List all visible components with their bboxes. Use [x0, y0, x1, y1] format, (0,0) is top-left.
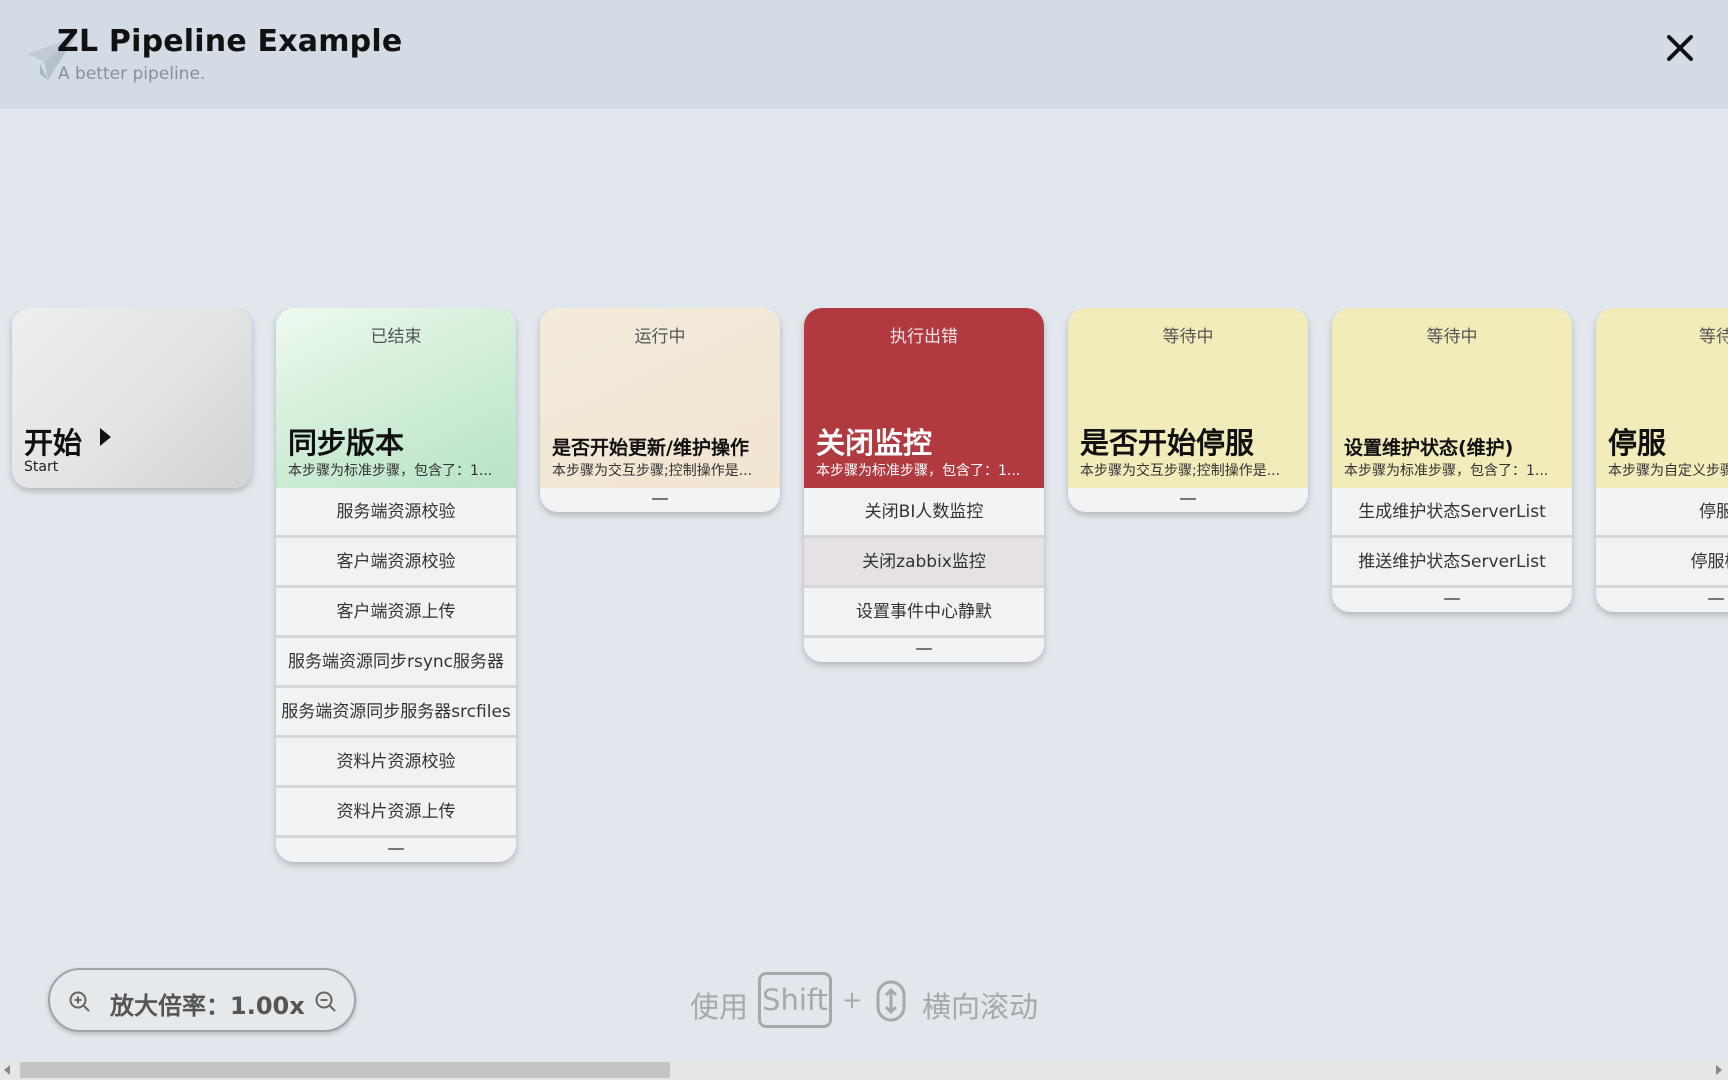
- stage-status: 等待中: [1162, 327, 1214, 347]
- stage-description: 本步骤为交互步骤;控制操作是...: [1080, 463, 1281, 479]
- hint-scroll-text: 横向滚动: [922, 990, 1039, 1024]
- collapse-toggle[interactable]: [804, 638, 1044, 662]
- stage-task-item[interactable]: 停服检: [1596, 538, 1728, 588]
- app-header: ZL Pipeline Example A better pipeline.: [0, 0, 1728, 109]
- vertical-scroll-icon: [876, 980, 906, 1022]
- stage-card-confirm-stop[interactable]: 等待中 是否开始停服 本步骤为交互步骤;控制操作是...: [1068, 308, 1308, 512]
- stage-name: 是否开始更新/维护操作: [552, 437, 749, 459]
- collapse-dash-icon: [652, 498, 668, 500]
- hint-use-text: 使用: [690, 990, 749, 1024]
- stage-status: 运行中: [634, 327, 686, 347]
- play-arrow-icon: [100, 428, 111, 446]
- stage-task-item[interactable]: 关闭zabbix监控: [804, 538, 1044, 588]
- close-icon[interactable]: [1662, 30, 1698, 66]
- zoom-level: 放大倍率：1.00x: [110, 986, 305, 1021]
- zoom-out-icon[interactable]: [314, 990, 336, 1012]
- stage-name: 停服: [1608, 426, 1667, 460]
- stage-task-item[interactable]: 服务端资源同步rsync服务器: [276, 638, 516, 688]
- stage-task-item[interactable]: 设置事件中心静默: [804, 588, 1044, 638]
- collapse-toggle[interactable]: [1596, 588, 1728, 612]
- stage-task-item[interactable]: 资料片资源校验: [276, 738, 516, 788]
- start-label: 开始: [24, 426, 83, 460]
- stage-status: 等待: [1699, 327, 1728, 347]
- scroll-thumb[interactable]: [20, 1062, 670, 1078]
- stage-status: 等待中: [1426, 327, 1478, 347]
- stage-task-item[interactable]: 关闭BI人数监控: [804, 488, 1044, 538]
- zoom-in-icon[interactable]: [68, 990, 90, 1012]
- stage-description: 本步骤为标准步骤，包含了：1...: [816, 463, 1021, 479]
- app-title: ZL Pipeline Example: [57, 24, 403, 59]
- collapse-dash-icon: [1180, 498, 1196, 500]
- stage-task-item[interactable]: 客户端资源上传: [276, 588, 516, 638]
- collapse-dash-icon: [1708, 598, 1724, 600]
- stage-card-maintenance-status[interactable]: 等待中 设置维护状态(维护) 本步骤为标准步骤，包含了：1... 生成维护状态S…: [1332, 308, 1572, 612]
- scroll-left-arrow-icon[interactable]: [4, 1065, 10, 1075]
- app-subtitle: A better pipeline.: [58, 64, 206, 84]
- collapse-dash-icon: [388, 848, 404, 850]
- stage-card-confirm-update[interactable]: 运行中 是否开始更新/维护操作 本步骤为交互步骤;控制操作是...: [540, 308, 780, 512]
- stage-header[interactable]: 等待中 是否开始停服 本步骤为交互步骤;控制操作是...: [1068, 308, 1308, 488]
- stage-task-item[interactable]: 生成维护状态ServerList: [1332, 488, 1572, 538]
- stage-header[interactable]: 已结束 同步版本 本步骤为标准步骤，包含了：1...: [276, 308, 516, 488]
- stage-task-item[interactable]: 停服: [1596, 488, 1728, 538]
- stage-header[interactable]: 运行中 是否开始更新/维护操作 本步骤为交互步骤;控制操作是...: [540, 308, 780, 488]
- collapse-toggle[interactable]: [540, 488, 780, 512]
- stage-card-sync-version[interactable]: 已结束 同步版本 本步骤为标准步骤，包含了：1... 服务端资源校验 客户端资源…: [276, 308, 516, 862]
- zoom-label: 放大倍率：: [110, 992, 230, 1020]
- stage-task-item[interactable]: 客户端资源校验: [276, 538, 516, 588]
- stage-header[interactable]: 执行出错 关闭监控 本步骤为标准步骤，包含了：1...: [804, 308, 1044, 488]
- stage-task-item[interactable]: 服务端资源同步服务器srcfiles: [276, 688, 516, 738]
- stage-header[interactable]: 等待 停服 本步骤为自定义步骤: [1596, 308, 1728, 488]
- stage-description: 本步骤为标准步骤，包含了：1...: [1344, 463, 1549, 479]
- collapse-dash-icon: [1444, 598, 1460, 600]
- stage-name: 设置维护状态(维护): [1344, 437, 1514, 459]
- stage-card-close-monitor[interactable]: 执行出错 关闭监控 本步骤为标准步骤，包含了：1... 关闭BI人数监控 关闭z…: [804, 308, 1044, 662]
- stage-name: 同步版本: [288, 426, 405, 460]
- stage-description: 本步骤为交互步骤;控制操作是...: [552, 463, 753, 479]
- stage-status: 已结束: [370, 327, 422, 347]
- stage-card-stop-server[interactable]: 等待 停服 本步骤为自定义步骤 停服 停服检: [1596, 308, 1728, 612]
- stage-header[interactable]: 等待中 设置维护状态(维护) 本步骤为标准步骤，包含了：1...: [1332, 308, 1572, 488]
- stage-name: 是否开始停服: [1080, 426, 1255, 460]
- start-node[interactable]: 开始 Start: [12, 308, 252, 488]
- stage-task-item[interactable]: 资料片资源上传: [276, 788, 516, 838]
- stage-description: 本步骤为自定义步骤: [1608, 463, 1728, 479]
- collapse-toggle[interactable]: [276, 838, 516, 862]
- collapse-toggle[interactable]: [1332, 588, 1572, 612]
- scroll-right-arrow-icon[interactable]: [1716, 1065, 1722, 1075]
- start-sub-label: Start: [24, 459, 59, 475]
- zoom-value: 1.00x: [230, 992, 305, 1020]
- horizontal-scrollbar[interactable]: [0, 1060, 1728, 1080]
- hint-plus: +: [842, 986, 863, 1014]
- stage-status: 执行出错: [890, 327, 958, 347]
- stage-task-item[interactable]: 服务端资源校验: [276, 488, 516, 538]
- collapse-toggle[interactable]: [1068, 488, 1308, 512]
- collapse-dash-icon: [916, 648, 932, 650]
- pipeline-canvas[interactable]: 开始 Start 已结束 同步版本 本步骤为标准步骤，包含了：1... 服务端资…: [0, 308, 1728, 878]
- stage-name: 关闭监控: [816, 426, 933, 460]
- zoom-control: 放大倍率：1.00x: [48, 968, 356, 1032]
- stage-description: 本步骤为标准步骤，包含了：1...: [288, 463, 493, 479]
- stage-task-item[interactable]: 推送维护状态ServerList: [1332, 538, 1572, 588]
- shift-key-badge: Shift: [758, 972, 832, 1028]
